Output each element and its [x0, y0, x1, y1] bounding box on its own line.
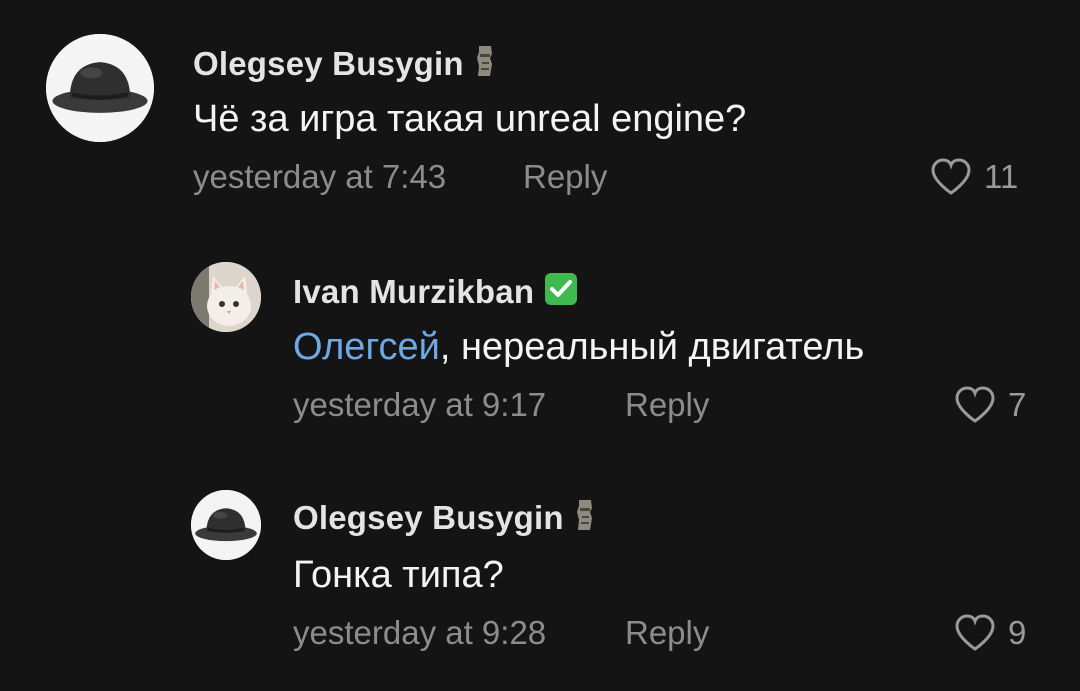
comment: Olegsey Busygin Гонка типа? yesterday at…: [0, 460, 1080, 691]
reply-button[interactable]: Reply: [625, 386, 709, 424]
timestamp: yesterday at 7:43: [193, 158, 447, 195]
verified-check-icon: [544, 272, 578, 311]
comment-text-body: , нереальный двигатель: [439, 326, 865, 368]
author-row: Olegsey Busygin: [293, 498, 596, 537]
author-row: Olegsey Busygin: [193, 44, 496, 83]
timestamp: yesterday at 9:17: [293, 386, 547, 423]
like-button[interactable]: 7: [954, 386, 1026, 424]
bowler-hat-icon: [191, 490, 261, 560]
avatar[interactable]: [46, 34, 154, 142]
heart-icon: [931, 158, 971, 195]
like-count: 11: [984, 158, 1019, 195]
timestamp: yesterday at 9:28: [293, 614, 547, 651]
comment: Ivan Murzikban Олегсей, нереальный двига…: [0, 230, 1080, 460]
author-name[interactable]: Olegsey Busygin: [193, 45, 464, 83]
like-count: 9: [1008, 614, 1027, 651]
heart-icon: [955, 386, 995, 423]
heart-icon: [955, 614, 995, 651]
author-name[interactable]: Olegsey Busygin: [293, 499, 564, 537]
cat-icon: [191, 262, 261, 332]
moai-icon: [574, 498, 596, 537]
avatar[interactable]: [191, 490, 261, 560]
like-button[interactable]: 11: [930, 158, 1018, 196]
like-button[interactable]: 9: [954, 614, 1026, 652]
bowler-hat-icon: [46, 34, 154, 142]
mention-link[interactable]: Олегсей: [293, 326, 440, 368]
reply-button[interactable]: Reply: [523, 158, 607, 196]
author-row: Ivan Murzikban: [293, 272, 578, 311]
comment-text: Чё за игра такая unreal engine?: [193, 98, 747, 140]
reply-button[interactable]: Reply: [625, 614, 709, 652]
comment-text: Гонка типа?: [293, 554, 504, 596]
author-name[interactable]: Ivan Murzikban: [293, 273, 534, 311]
like-count: 7: [1008, 386, 1027, 423]
comment: Olegsey Busygin Чё за игра такая unreal …: [0, 0, 1080, 230]
moai-icon: [474, 44, 496, 83]
avatar[interactable]: [191, 262, 261, 332]
comment-text: Олегсей, нереальный двигатель: [293, 326, 864, 369]
